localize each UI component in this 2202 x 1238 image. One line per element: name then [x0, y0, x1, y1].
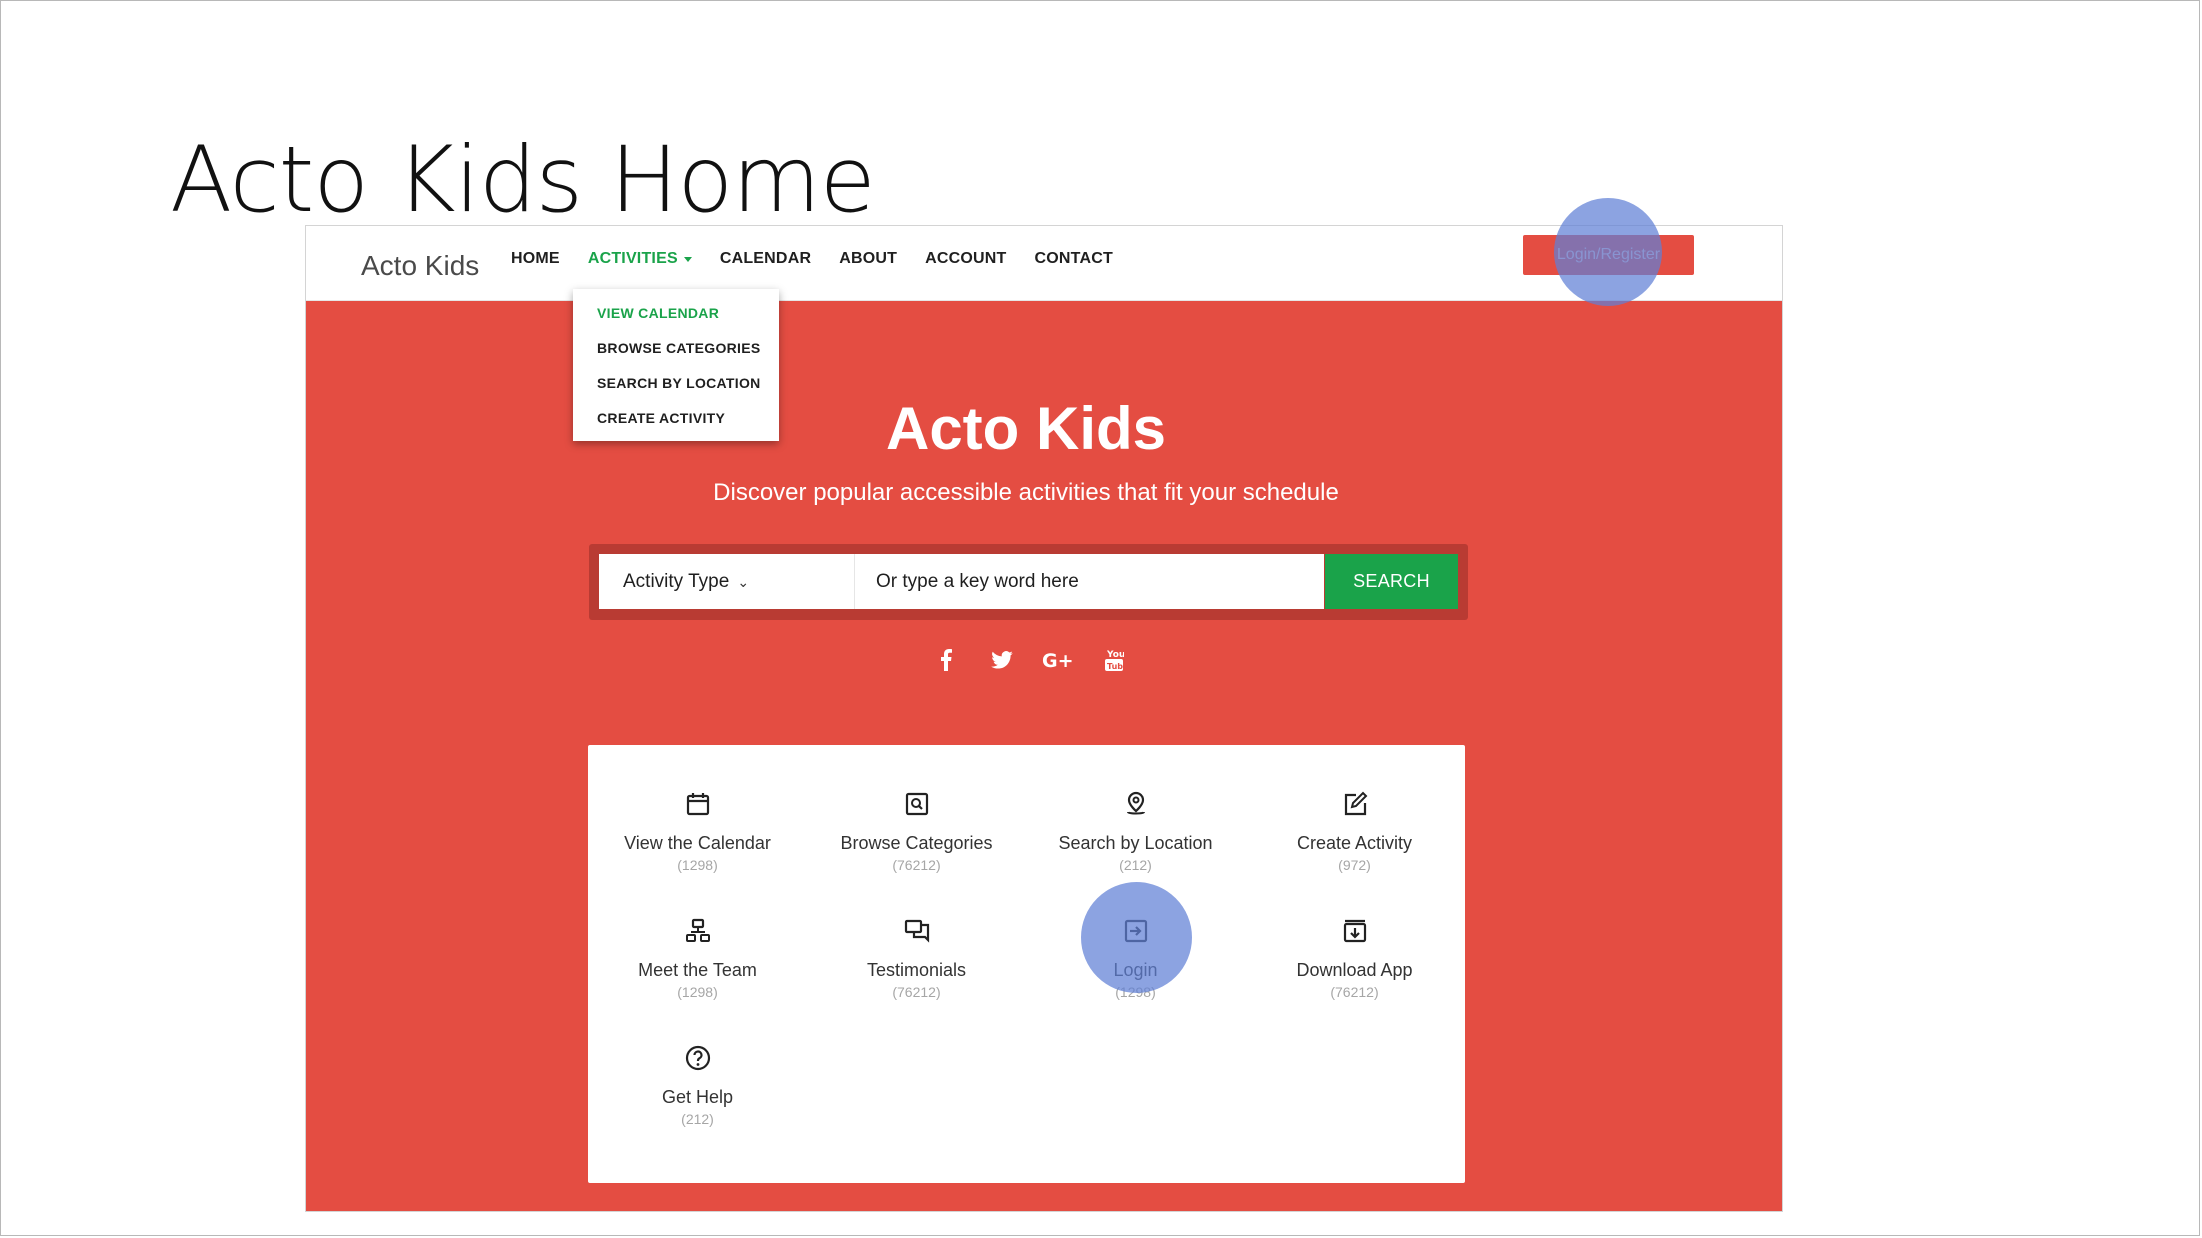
tile-label: Get Help — [661, 1087, 734, 1107]
activity-type-select[interactable]: Activity Type ⌄ — [599, 554, 854, 609]
nav-activities-label: ACTIVITIES — [587, 250, 678, 267]
twitter-icon[interactable] — [982, 642, 1022, 678]
svg-text:Tube: Tube — [1107, 662, 1124, 671]
click-highlight-login-register — [1554, 198, 1662, 306]
dropdown-create-activity[interactable]: CREATE ACTIVITY — [573, 407, 779, 442]
dropdown-view-calendar[interactable]: VIEW CALENDAR — [573, 302, 779, 337]
tile-count: (1298) — [677, 984, 718, 1000]
hero-title: Acto Kids — [885, 395, 1167, 462]
team-icon — [685, 918, 710, 942]
tile-label: View the Calendar — [624, 833, 771, 853]
dropdown-browse-categories[interactable]: BROWSE CATEGORIES — [573, 337, 779, 372]
nav-contact[interactable]: CONTACT — [1035, 250, 1113, 268]
tile-create-activity[interactable]: Create Activity (972) — [1245, 790, 1464, 873]
tile-browse-categories[interactable]: Browse Categories (76212) — [807, 790, 1026, 873]
nav-home[interactable]: HOME — [511, 250, 560, 268]
nav-menu: HOME ACTIVITIES CALENDAR ABOUT ACCOUNT C… — [511, 250, 1141, 268]
category-search-icon — [905, 792, 928, 816]
tile-label: Search by Location — [1058, 833, 1213, 853]
tile-count: (1298) — [677, 857, 718, 873]
tile-label: Meet the Team — [638, 960, 757, 980]
tile-count: (76212) — [1330, 984, 1379, 1000]
nav-activities[interactable]: ACTIVITIES — [588, 250, 692, 268]
tile-view-calendar[interactable]: View the Calendar (1298) — [588, 790, 807, 873]
tile-label: Browse Categories — [840, 833, 993, 853]
search-bar: Activity Type ⌄ SEARCH — [589, 544, 1468, 620]
svg-text:You: You — [1106, 650, 1124, 660]
tile-testimonials[interactable]: Testimonials (76212) — [807, 917, 1026, 1000]
google-plus-icon[interactable]: G+ — [1038, 642, 1078, 678]
chevron-down-icon: ⌄ — [737, 574, 750, 590]
activity-type-label: Activity Type — [623, 571, 730, 592]
location-pin-icon — [1126, 791, 1145, 815]
tile-count: (76212) — [892, 857, 941, 873]
download-icon — [1343, 919, 1366, 943]
calendar-icon — [686, 793, 709, 816]
tile-meet-team[interactable]: Meet the Team (1298) — [588, 917, 807, 1000]
search-button[interactable]: SEARCH — [1325, 554, 1458, 609]
activities-dropdown: VIEW CALENDAR BROWSE CATEGORIES SEARCH B… — [573, 289, 779, 441]
youtube-icon[interactable]: You Tube — [1094, 642, 1134, 678]
tile-label: Testimonials — [866, 960, 967, 980]
tile-download-app[interactable]: Download App (76212) — [1245, 917, 1464, 1000]
caret-down-icon — [683, 256, 692, 262]
tile-label: Create Activity — [1296, 833, 1413, 853]
nav-calendar[interactable]: CALENDAR — [720, 250, 811, 268]
tile-get-help[interactable]: Get Help (212) — [588, 1044, 807, 1127]
tile-count: (972) — [1338, 857, 1371, 873]
click-highlight-login-tile — [1081, 882, 1192, 993]
slide-title: Acto Kids Home — [170, 128, 876, 233]
tile-count: (212) — [681, 1111, 714, 1127]
brand-logo[interactable]: Acto Kids — [361, 250, 479, 282]
website-mockup: Acto Kids HOME ACTIVITIES CALENDAR ABOUT… — [305, 225, 1783, 1212]
help-icon — [685, 1045, 710, 1071]
nav-account[interactable]: ACCOUNT — [925, 250, 1006, 268]
feature-card: View the Calendar (1298) Browse Categori… — [588, 745, 1465, 1183]
nav-about[interactable]: ABOUT — [839, 250, 897, 268]
social-links: G+ You Tube — [926, 642, 1150, 678]
tile-count: (76212) — [892, 984, 941, 1000]
tile-label: Download App — [1296, 960, 1413, 980]
svg-text:G+: G+ — [1042, 650, 1074, 670]
tile-search-location[interactable]: Search by Location (212) — [1026, 790, 1245, 873]
tile-count: (212) — [1119, 857, 1152, 873]
hero-subtitle: Discover popular accessible activities t… — [713, 479, 1339, 506]
chat-icon — [904, 919, 929, 943]
facebook-icon[interactable] — [926, 642, 966, 678]
search-input[interactable] — [854, 554, 1324, 609]
dropdown-search-location[interactable]: SEARCH BY LOCATION — [573, 372, 779, 407]
edit-icon — [1344, 791, 1367, 816]
